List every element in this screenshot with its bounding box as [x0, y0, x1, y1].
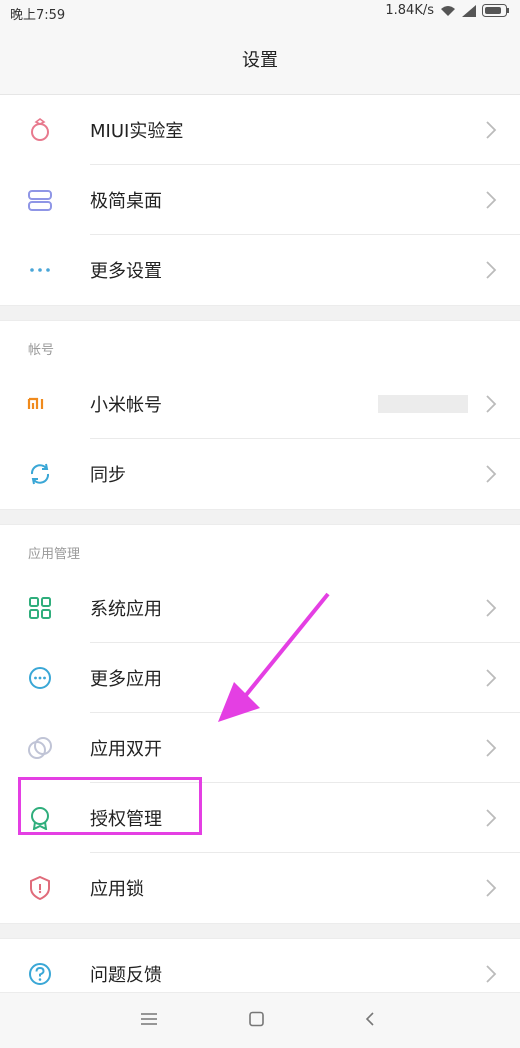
- row-label: 系统应用: [90, 599, 162, 620]
- row-label: 同步: [90, 465, 126, 486]
- status-bar: 晚上7:59 1.84K/s: [0, 0, 520, 24]
- signal-icon: [462, 4, 476, 17]
- chevron-right-icon: [486, 121, 497, 139]
- chevron-right-icon: [486, 965, 497, 983]
- wifi-icon: [441, 5, 455, 16]
- row-label: 极简桌面: [90, 191, 162, 212]
- section-header-apps: 应用管理: [0, 525, 520, 573]
- row-simple-desktop[interactable]: 极简桌面: [0, 165, 520, 235]
- question-icon: [29, 963, 51, 985]
- grid-icon: [29, 597, 51, 619]
- row-label: 应用锁: [90, 879, 144, 900]
- group-account: 帐号 小米帐号 同步: [0, 321, 520, 509]
- network-speed: 1.84K/s: [385, 3, 434, 18]
- navigation-bar: [0, 992, 520, 1048]
- chevron-right-icon: [486, 599, 497, 617]
- home-icon[interactable]: [248, 1011, 266, 1027]
- chevron-right-icon: [486, 739, 497, 757]
- chevron-right-icon: [486, 809, 497, 827]
- row-app-lock[interactable]: 应用锁: [0, 853, 520, 923]
- row-label: 问题反馈: [90, 965, 162, 986]
- section-title: 应用管理: [28, 547, 81, 562]
- section-header-account: 帐号: [0, 321, 520, 369]
- row-label: MIUI实验室: [90, 121, 184, 142]
- shield-icon: [30, 876, 50, 900]
- chevron-right-icon: [486, 465, 497, 483]
- group-top: MIUI实验室 极简桌面 更多设置: [0, 95, 520, 305]
- row-miui-lab[interactable]: MIUI实验室: [0, 95, 520, 165]
- section-gap: [0, 305, 520, 321]
- chevron-right-icon: [486, 261, 497, 279]
- settings-list: MIUI实验室 极简桌面 更多设置 帐号 小米帐号 同步 应用管理 系统应用 更…: [0, 95, 520, 1009]
- chevron-right-icon: [486, 879, 497, 897]
- dual-circle-icon: [28, 737, 52, 759]
- section-gap: [0, 923, 520, 939]
- mi-logo-icon: [27, 397, 44, 409]
- battery-icon: [482, 4, 509, 17]
- chevron-right-icon: [486, 395, 497, 413]
- dots-icon: [30, 268, 50, 272]
- row-sync[interactable]: 同步: [0, 439, 520, 509]
- section-gap: [0, 509, 520, 525]
- row-label: 小米帐号: [90, 395, 162, 416]
- row-label: 应用双开: [90, 739, 162, 760]
- more-circle-icon: [29, 667, 51, 689]
- status-right: 1.84K/s: [385, 3, 510, 18]
- page-title: 设置: [242, 50, 278, 71]
- layout-icon: [28, 190, 52, 211]
- row-mi-account[interactable]: 小米帐号: [0, 369, 520, 439]
- status-time: 晚上7:59: [10, 8, 66, 23]
- section-title: 帐号: [28, 343, 55, 358]
- row-label: 更多应用: [90, 669, 162, 690]
- row-label: 更多设置: [90, 261, 162, 282]
- account-value-redacted: [378, 395, 468, 413]
- annotation-arrow-icon: [218, 592, 330, 722]
- highlight-box: [18, 777, 202, 835]
- row-more-settings[interactable]: 更多设置: [0, 235, 520, 305]
- menu-icon[interactable]: [140, 1011, 158, 1027]
- back-icon[interactable]: [362, 1011, 380, 1027]
- sync-icon: [30, 463, 50, 485]
- title-bar: 设置: [0, 24, 520, 95]
- ring-icon: [31, 118, 49, 141]
- chevron-right-icon: [486, 669, 497, 687]
- chevron-right-icon: [486, 191, 497, 209]
